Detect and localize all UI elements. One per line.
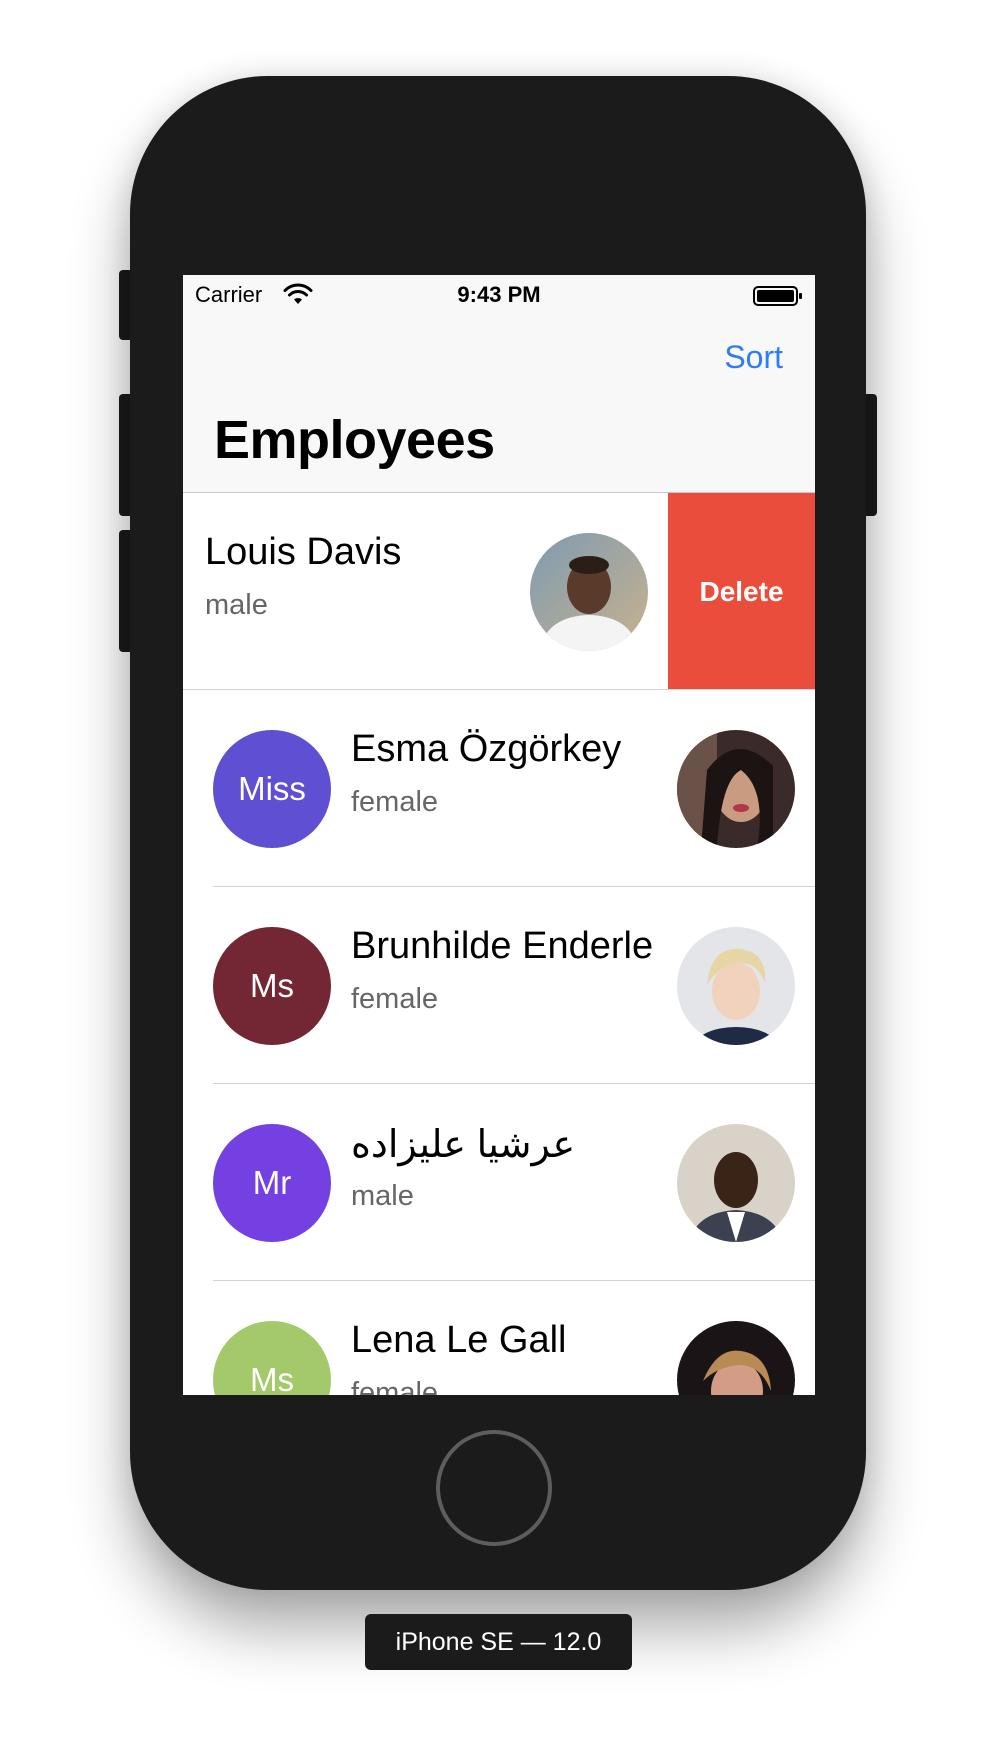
- employee-gender: female: [351, 786, 439, 818]
- employee-photo: [677, 730, 795, 848]
- title-avatar: Ms: [213, 927, 331, 1045]
- employee-gender: female: [351, 1377, 439, 1395]
- title-avatar-label: Ms: [250, 1361, 294, 1395]
- device-label: iPhone SE — 12.0: [365, 1614, 632, 1670]
- employee-name: Brunhilde Enderle: [351, 925, 654, 967]
- employee-gender: male: [205, 589, 268, 621]
- employee-name: عرشيا عليزاده: [351, 1124, 576, 1166]
- title-avatar: Ms: [213, 1321, 331, 1395]
- employee-photo: [677, 1124, 795, 1242]
- employee-name: Louis Davis: [205, 531, 402, 573]
- list-item[interactable]: Louis Davis male Delete: [183, 493, 815, 690]
- employee-gender: female: [351, 983, 439, 1015]
- home-button[interactable]: [436, 1430, 552, 1546]
- title-avatar-label: Miss: [238, 770, 306, 807]
- employee-photo: [677, 927, 795, 1045]
- page-title: Employees: [214, 410, 495, 470]
- title-avatar: Mr: [213, 1124, 331, 1242]
- employee-name: Esma Özgörkey: [351, 728, 622, 770]
- navigation-bar: Carrier 9:43 PM Sort Employees: [183, 275, 815, 493]
- list-item[interactable]: Miss Esma Özgörkey female: [183, 690, 815, 887]
- list-item[interactable]: Mr عرشيا عليزاده male: [183, 1084, 815, 1281]
- employee-photo: [530, 533, 648, 651]
- status-bar: Carrier 9:43 PM: [183, 275, 815, 315]
- status-time: 9:43 PM: [457, 282, 541, 307]
- employee-list: Louis Davis male Delete Miss Esma Özgörk…: [183, 493, 815, 1395]
- list-item[interactable]: Ms Brunhilde Enderle female: [183, 887, 815, 1084]
- employee-photo: [677, 1321, 795, 1395]
- title-avatar-label: Ms: [250, 967, 294, 1004]
- list-item[interactable]: Ms Lena Le Gall female: [183, 1281, 815, 1395]
- title-avatar-label: Mr: [252, 1164, 292, 1201]
- delete-button[interactable]: Delete: [668, 493, 815, 690]
- employee-name: Lena Le Gall: [351, 1319, 567, 1361]
- sort-button[interactable]: Sort: [724, 339, 783, 376]
- title-avatar: Miss: [213, 730, 331, 848]
- device-screen: Carrier 9:43 PM Sort Employees Louis Dav…: [183, 275, 815, 1395]
- employee-gender: male: [351, 1180, 414, 1212]
- battery-icon: [753, 286, 802, 306]
